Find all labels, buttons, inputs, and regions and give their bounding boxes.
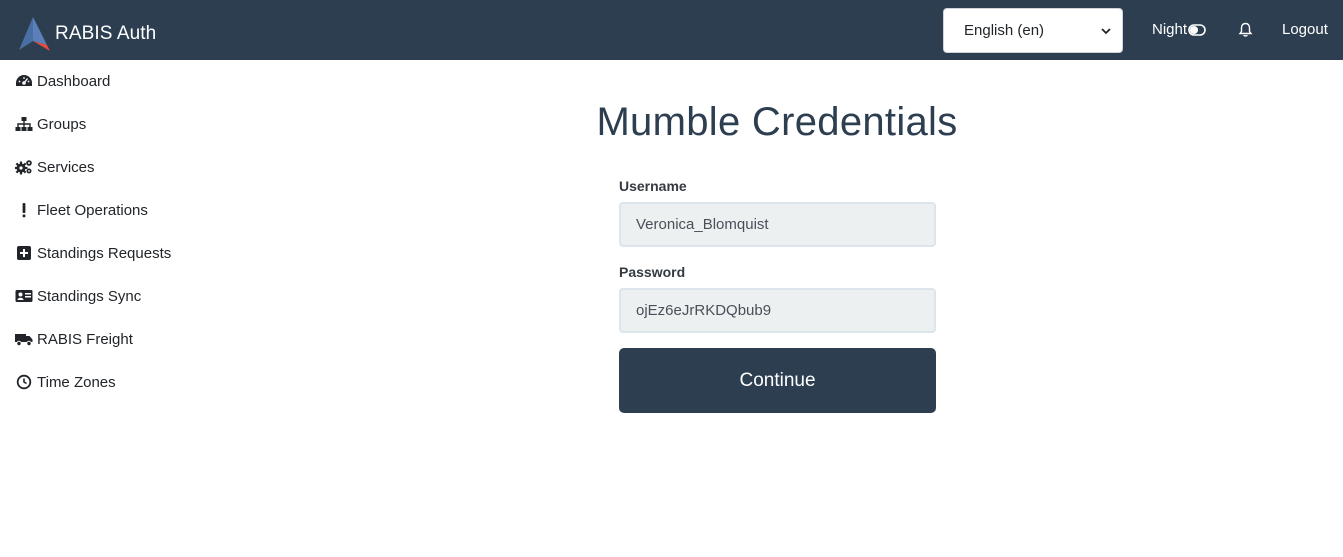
sidebar-item-dashboard[interactable]: Dashboard <box>15 70 110 92</box>
brand-name: RABIS Auth <box>55 23 157 44</box>
sidebar-item-label: Dashboard <box>37 72 111 90</box>
exclamation-icon <box>15 202 33 218</box>
sidebar-item-label: RABIS Freight <box>37 330 133 348</box>
password-label: Password <box>619 264 686 280</box>
sidebar-item-rabis-freight[interactable]: RABIS Freight <box>15 328 133 350</box>
id-card-icon <box>15 288 33 304</box>
continue-button[interactable]: Continue <box>619 348 936 413</box>
toggle-icon <box>1188 23 1206 36</box>
night-mode-label: Night <box>1152 21 1188 38</box>
cogs-icon <box>15 159 33 175</box>
truck-icon <box>15 331 33 347</box>
brand-logo-icon <box>19 17 50 51</box>
sidebar-item-standings-requests[interactable]: Standings Requests <box>15 242 171 264</box>
username-field[interactable]: Veronica_Blomquist <box>619 202 936 247</box>
sidebar-item-fleet-operations[interactable]: Fleet Operations <box>15 199 148 221</box>
sidebar-item-time-zones[interactable]: Time Zones <box>15 371 116 393</box>
top-navbar: RABIS Auth English (en) Night Logout <box>0 0 1343 60</box>
sidebar-item-standings-sync[interactable]: Standings Sync <box>15 285 141 307</box>
sidebar-item-label: Standings Requests <box>37 244 172 262</box>
bell-icon[interactable] <box>1238 22 1253 38</box>
username-label: Username <box>619 178 687 194</box>
sidebar-item-label: Fleet Operations <box>37 201 148 219</box>
language-select-value: English (en) <box>964 22 1045 39</box>
language-select[interactable]: English (en) <box>943 8 1123 53</box>
plus-square-icon <box>15 245 33 261</box>
dashboard-icon <box>15 73 33 89</box>
brand-link[interactable]: RABIS Auth <box>19 17 156 51</box>
clock-icon <box>15 374 33 390</box>
chevron-down-icon <box>1101 28 1111 35</box>
night-mode-toggle[interactable]: Night <box>1152 21 1206 38</box>
logout-link[interactable]: Logout <box>1282 21 1328 38</box>
page-title: Mumble Credentials <box>596 100 958 144</box>
sidebar-item-label: Time Zones <box>37 373 116 391</box>
sidebar-item-label: Services <box>37 158 95 176</box>
sidebar-item-services[interactable]: Services <box>15 156 95 178</box>
password-field[interactable]: ojEz6eJrRKDQbub9 <box>619 288 936 333</box>
sidebar-item-label: Standings Sync <box>37 287 142 305</box>
